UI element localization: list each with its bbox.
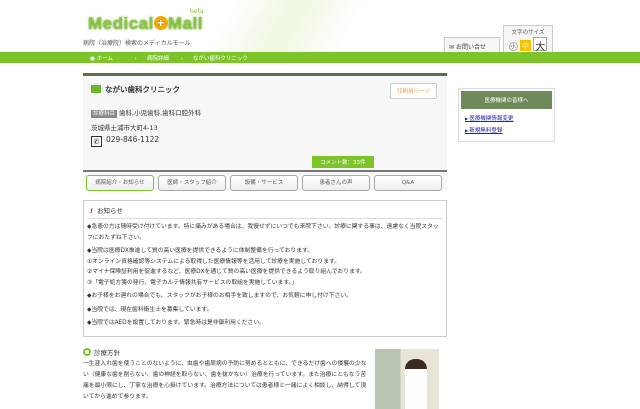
breadcrumb-current: ながい歯科クリニック xyxy=(192,56,248,62)
tab-reviews[interactable]: 患者さんの声 xyxy=(302,175,370,191)
tagline: 病院（治療院）検索のメディカルモール xyxy=(83,40,191,47)
breadcrumb: ● ホーム › 病院詳細 › ながい歯科クリニック xyxy=(0,52,640,63)
logo-text: Medical xyxy=(88,14,154,33)
clinic-info: ながい歯科クリニック 印刷用ページ 診療科目 歯科,小児歯科,歯科口腔外科 茨城県… xyxy=(83,73,447,191)
tab-staff[interactable]: 医師・スタッフ紹介 xyxy=(158,175,226,191)
tab-intro[interactable]: 病院紹介・お知らせ xyxy=(86,175,154,191)
policy-text: 一生涯入れ歯を使うことのないように、虫歯や歯周病の予防に努めるとともに、できるだ… xyxy=(83,360,367,400)
address: 茨城県土浦市大町4-13 xyxy=(91,124,158,132)
contact-button[interactable]: ✉ お問い合せ xyxy=(444,37,500,52)
news-item: ◆当院は医療DX推進して質の高い医療を提供できるように体制整備を行っております。 xyxy=(87,248,314,254)
logo-plus-icon: + xyxy=(153,16,168,30)
news-item: ①オンライン資格確認等システムによる取得した医療情報等を活用して診療を実施してお… xyxy=(87,258,341,265)
news-item: ③「電子処方箋の発行、電子カルテ情報共有サービスの取組を実施しています。」 xyxy=(87,279,298,286)
comment-count-badge: コメント数：33件 xyxy=(312,156,374,168)
tab-qa[interactable]: Q&A xyxy=(374,175,442,191)
news-item: ◆急患の方は随時受け付けています。特に痛みがある場合は、我慢せずにいつでも来院下… xyxy=(87,224,439,241)
site-logo[interactable]: Medical + Mall xyxy=(88,14,203,34)
font-size-switcher: 文字のサイズ 小 中 大 xyxy=(503,25,553,53)
exclamation-icon: ! xyxy=(90,207,93,215)
mail-icon: ✉ xyxy=(449,44,456,51)
departments: 診療科目 歯科,小児歯科,歯科口腔外科 xyxy=(91,109,202,118)
font-size-small[interactable]: 小 xyxy=(508,42,518,51)
font-size-label: 文字のサイズ xyxy=(511,30,545,36)
circle-icon xyxy=(83,347,91,356)
link-free-registration[interactable]: 新規無料登録 xyxy=(461,124,552,136)
dept-tag: 診療科目 xyxy=(91,110,118,118)
site-header: Medical + Mall beta 病院（治療院）検索のメディカルモール ✉ お… xyxy=(0,0,640,53)
link-update-info[interactable]: 医療機関情報変更 xyxy=(461,112,552,124)
beta-label: beta xyxy=(190,8,204,15)
news-item: ◆当院ではAEDを設置しております。緊急時は是非御利用ください。 xyxy=(87,320,265,326)
font-size-medium[interactable]: 中 xyxy=(520,40,531,51)
font-size-large[interactable]: 大 xyxy=(533,37,548,53)
breadcrumb-home[interactable]: ● ホーム xyxy=(90,56,123,62)
clinic-tabs: 病院紹介・お知らせ 医師・スタッフ紹介 設備・サービス 患者さんの声 Q&A xyxy=(83,170,447,191)
news-item: ◆当院では、現在歯科衛生士を募集しています。 xyxy=(87,306,213,313)
tab-facilities[interactable]: 設備・サービス xyxy=(230,175,298,191)
main-content: ながい歯科クリニック 印刷用ページ 診療科目 歯科,小児歯科,歯科口腔外科 茨城県… xyxy=(83,73,447,409)
sidebar-for-institutions: 医療機関の皆様へ 医療機関情報変更 新規無料登録 xyxy=(458,88,555,142)
news-item: ②マイナ保険証利用を促進するなど、医療DXを通じて質の高い医療を提供できるよう取… xyxy=(87,269,366,275)
phone-icon: ✆ xyxy=(91,136,102,147)
logo-text: Mall xyxy=(167,14,203,33)
clinic-name: ながい歯科クリニック xyxy=(91,84,180,95)
sidebar-header: 医療機関の皆様へ xyxy=(461,91,552,109)
contact-label: お問い合せ xyxy=(455,44,486,51)
print-page-button[interactable]: 印刷用ページ xyxy=(390,83,437,99)
breadcrumb-hospital-detail[interactable]: 病院詳細 xyxy=(147,56,169,62)
news-item: ◆お子様をお連れの場合でも、スタッフがお子様のお相手を致しますので、お気軽に申し… xyxy=(87,293,352,299)
house-icon xyxy=(91,85,101,93)
news-title: ! お知らせ xyxy=(87,205,443,219)
news-box: ! お知らせ ◆急患の方は随時受け付けています。特に痛みがある場合は、我慢せずにい… xyxy=(83,200,447,337)
news-item-group: ◆当院は医療DX推進して質の高い医療を提供できるように体制整備を行っております。… xyxy=(87,246,443,288)
treatment-policy: 診療方針 一生涯入れ歯を使うことのないように、虫歯や歯周病の予防に努めるとともに… xyxy=(83,347,447,409)
phone: ✆ 029-846-1122 xyxy=(91,135,159,147)
